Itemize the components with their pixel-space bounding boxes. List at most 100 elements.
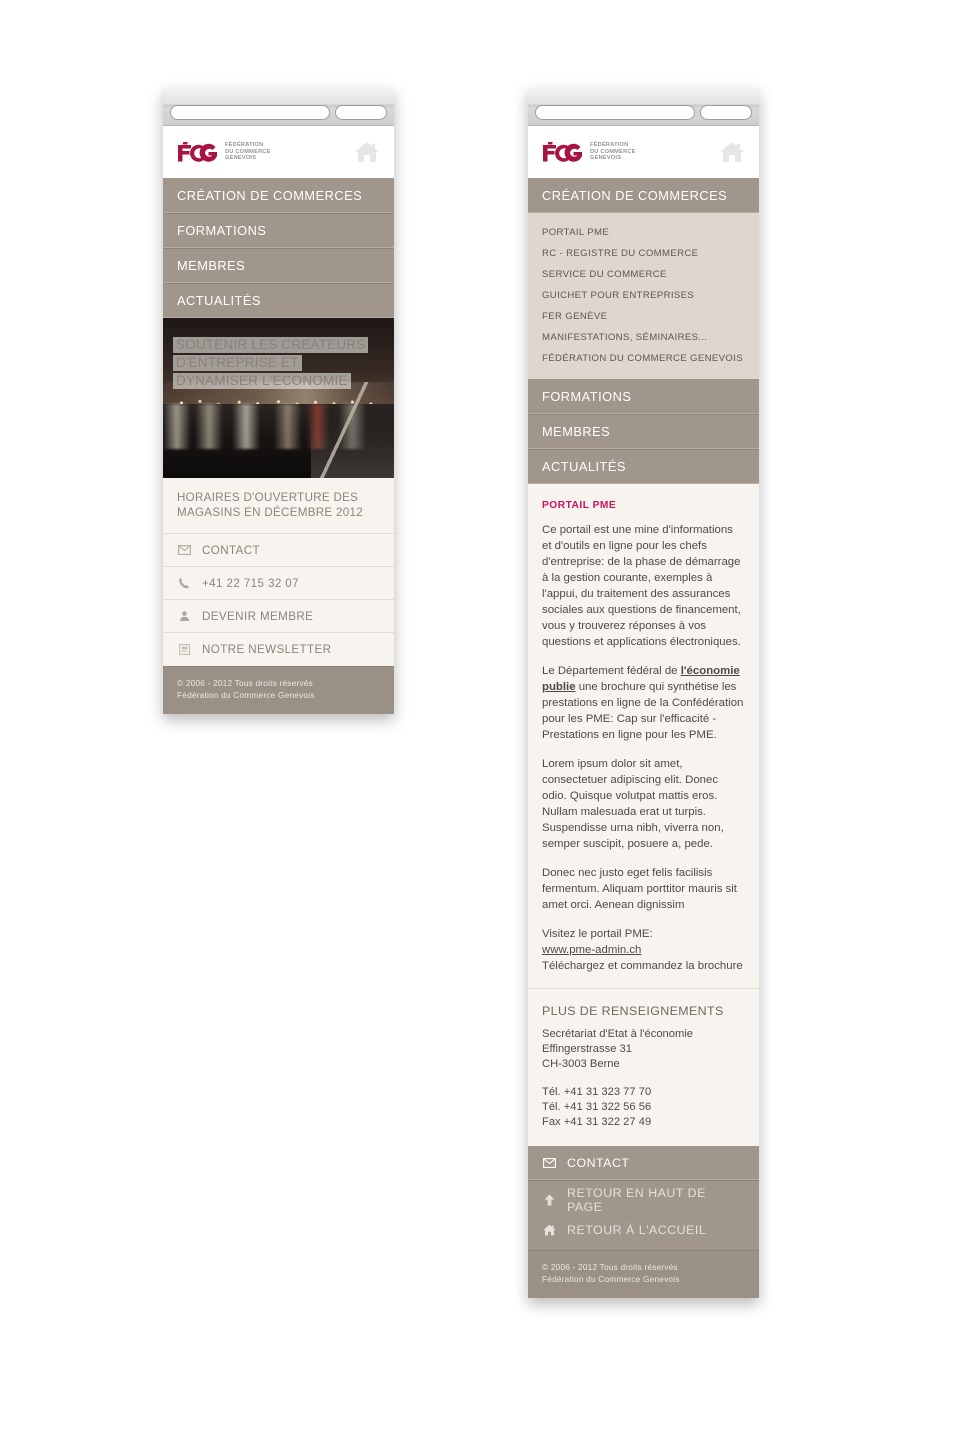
site-logo[interactable]: FÉDÉRATION DU COMMERCE GENEVOIS	[177, 141, 271, 163]
article-heading: PORTAIL PME	[542, 500, 617, 511]
logo-line-1: FÉDÉRATION	[225, 142, 264, 149]
logo-line-3: GENEVOIS	[590, 155, 622, 162]
copyright-line-2: Fédération du Commerce Genevois	[542, 1273, 680, 1284]
article-visit-intro: Visitez le portail PME:	[542, 928, 653, 940]
copyright-block: © 2006 - 2012 Tous droits réservés Fédér…	[528, 1250, 759, 1298]
footer-contact-row[interactable]: CONTACT	[528, 1146, 759, 1180]
row-phone-label: +41 22 715 32 07	[202, 576, 299, 590]
news-teaser[interactable]: HORAIRES D'OUVERTURE DES MAGASINS EN DÉC…	[163, 478, 394, 534]
pme-admin-link[interactable]: www.pme-admin.ch	[542, 944, 641, 956]
home-button[interactable]	[717, 137, 747, 167]
nav-item-actualites[interactable]: ACTUALITÉS	[528, 449, 759, 484]
footer-back-home-row[interactable]: RETOUR À L'ACCUEIL	[528, 1215, 759, 1245]
article-paragraph-4: Donec nec justo eget felis facilisis fer…	[542, 867, 737, 911]
submenu-item-guichet-pour-entreprises[interactable]: GUICHET POUR ENTREPRISES	[528, 285, 759, 306]
phone-icon	[177, 577, 191, 589]
row-become-member-label: DEVENIR MEMBRE	[202, 609, 314, 623]
footer-secondary-group: RETOUR EN HAUT DE PAGE RETOUR À L'ACCUEI…	[528, 1180, 759, 1250]
url-input[interactable]	[535, 105, 695, 120]
submenu-item-federation-du-commerce-genevois[interactable]: FÉDÉRATION DU COMMERCE GENEVOIS	[528, 348, 759, 369]
main-nav: CRÉATION DE COMMERCES FORMATIONS MEMBRES…	[163, 178, 394, 318]
info-street: Effingerstrasse 31	[542, 1043, 632, 1055]
canvas: FÉDÉRATION DU COMMERCE GENEVOIS CRÉATION…	[0, 0, 960, 1439]
nav-item-actualites[interactable]: ACTUALITÉS	[163, 283, 394, 318]
hero-title-line-3: DYNAMISER L'ECONOMIE	[173, 373, 351, 389]
nav-item-membres[interactable]: MEMBRES	[528, 414, 759, 449]
info-tel-1: Tél. +41 31 323 77 70	[542, 1086, 652, 1098]
hero-title-line-1: SOUTENIR LES CREATEURS	[173, 337, 369, 353]
nav-item-formations[interactable]: FORMATIONS	[528, 379, 759, 414]
phone-mockup-home: FÉDÉRATION DU COMMERCE GENEVOIS CRÉATION…	[163, 88, 394, 714]
person-icon	[177, 610, 191, 622]
logo-wordmark: FÉDÉRATION DU COMMERCE GENEVOIS	[590, 142, 636, 162]
info-city: CH-3003 Berne	[542, 1058, 620, 1070]
article-brochure-text: Téléchargez et commandez la brochure	[542, 960, 743, 972]
site-logo[interactable]: FÉDÉRATION DU COMMERCE GENEVOIS	[542, 141, 636, 163]
row-newsletter[interactable]: NOTRE NEWSLETTER	[163, 633, 394, 666]
logo-line-2: DU COMMERCE	[590, 148, 636, 155]
info-heading: PLUS DE RENSEIGNEMENTS	[542, 1004, 724, 1018]
footer-back-to-top-label: RETOUR EN HAUT DE PAGE	[567, 1186, 706, 1214]
submenu-item-fer-geneve[interactable]: FER GENÈVE	[528, 306, 759, 327]
info-fax: Fax +41 31 322 27 49	[542, 1116, 652, 1128]
browser-chrome	[163, 88, 394, 126]
newsletter-icon	[177, 644, 191, 655]
info-org: Secrétariat d'Etat à l'économie	[542, 1028, 694, 1040]
browser-action-button[interactable]	[335, 105, 387, 120]
browser-chrome	[528, 88, 759, 126]
url-input[interactable]	[170, 105, 330, 120]
submenu-creation-de-commerces: PORTAIL PME RC - REGISTRE DU COMMERCE SE…	[528, 213, 759, 379]
submenu-item-rc-registre-du-commerce[interactable]: RC - REGISTRE DU COMMERCE	[528, 243, 759, 264]
nav-item-creation-de-commerces[interactable]: CRÉATION DE COMMERCES	[528, 178, 759, 213]
footer-back-home-label: RETOUR À L'ACCUEIL	[567, 1223, 707, 1237]
submenu-item-service-du-commerce[interactable]: SERVICE DU COMMERCE	[528, 264, 759, 285]
home-icon	[355, 142, 379, 162]
fcg-logo-icon	[543, 142, 582, 162]
footer-back-to-top-row[interactable]: RETOUR EN HAUT DE PAGE	[528, 1185, 759, 1215]
main-nav-rest: FORMATIONS MEMBRES ACTUALITÉS	[528, 379, 759, 484]
row-contact[interactable]: CONTACT	[163, 534, 394, 567]
home-button[interactable]	[352, 137, 382, 167]
home-content-panel: HORAIRES D'OUVERTURE DES MAGASINS EN DÉC…	[163, 478, 394, 666]
article-body: PORTAIL PME Ce portail est une mine d'in…	[528, 484, 759, 988]
main-nav: CRÉATION DE COMMERCES	[528, 178, 759, 213]
submenu-item-manifestations-seminaires[interactable]: MANIFESTATIONS, SÉMINAIRES...	[528, 327, 759, 348]
copyright-line-2: Fédération du Commerce Genevois	[177, 689, 315, 700]
envelope-icon	[542, 1157, 556, 1168]
logo-line-3: GENEVOIS	[225, 155, 257, 162]
nav-item-formations[interactable]: FORMATIONS	[163, 213, 394, 248]
home-icon	[542, 1224, 556, 1236]
article-p2-before: Le Département fédéral de	[542, 665, 681, 677]
row-newsletter-label: NOTRE NEWSLETTER	[202, 643, 332, 656]
logo-wordmark: FÉDÉRATION DU COMMERCE GENEVOIS	[225, 142, 271, 162]
footer-nav: CONTACT RETOUR EN HAUT DE PAGE RETOUR À …	[528, 1146, 759, 1250]
submenu-item-portail-pme[interactable]: PORTAIL PME	[528, 222, 759, 243]
logo-line-2: DU COMMERCE	[225, 148, 271, 155]
copyright-line-1: © 2006 - 2012 Tous droits réservés	[542, 1262, 678, 1272]
footer-contact-label: CONTACT	[567, 1155, 630, 1170]
article-paragraph-3: Lorem ipsum dolor sit amet, consectetuer…	[542, 758, 724, 850]
fcg-logo-icon	[178, 142, 217, 162]
envelope-icon	[177, 545, 191, 555]
phone-mockup-detail: FÉDÉRATION DU COMMERCE GENEVOIS CRÉATION…	[528, 88, 759, 1298]
article-paragraph-2: Le Département fédéral de l'économie pub…	[542, 663, 745, 743]
logo-line-1: FÉDÉRATION	[590, 142, 629, 149]
row-contact-label: CONTACT	[202, 543, 260, 557]
nav-item-membres[interactable]: MEMBRES	[163, 248, 394, 283]
home-icon	[720, 142, 744, 162]
more-information-block: PLUS DE RENSEIGNEMENTS Secrétariat d'Eta…	[528, 988, 759, 1146]
hero-banner[interactable]: SOUTENIR LES CREATEURS D'ENTREPRISE ET D…	[163, 318, 394, 478]
info-tel-2: Tél. +41 31 322 56 56	[542, 1101, 652, 1113]
browser-action-button[interactable]	[700, 105, 752, 120]
copyright-line-1: © 2006 - 2012 Tous droits réservés	[177, 678, 313, 688]
hero-title-block: SOUTENIR LES CREATEURS D'ENTREPRISE ET D…	[173, 336, 388, 390]
hero-title-line-2: D'ENTREPRISE ET	[173, 355, 302, 371]
copyright-block: © 2006 - 2012 Tous droits réservés Fédér…	[163, 666, 394, 714]
article-visit-block: Visitez le portail PME: www.pme-admin.ch…	[542, 926, 745, 974]
row-phone[interactable]: +41 22 715 32 07	[163, 567, 394, 600]
row-become-member[interactable]: DEVENIR MEMBRE	[163, 600, 394, 633]
arrow-up-icon	[542, 1194, 556, 1206]
site-header: FÉDÉRATION DU COMMERCE GENEVOIS	[163, 126, 394, 178]
nav-item-creation-de-commerces[interactable]: CRÉATION DE COMMERCES	[163, 178, 394, 213]
hero-railing	[310, 382, 394, 478]
